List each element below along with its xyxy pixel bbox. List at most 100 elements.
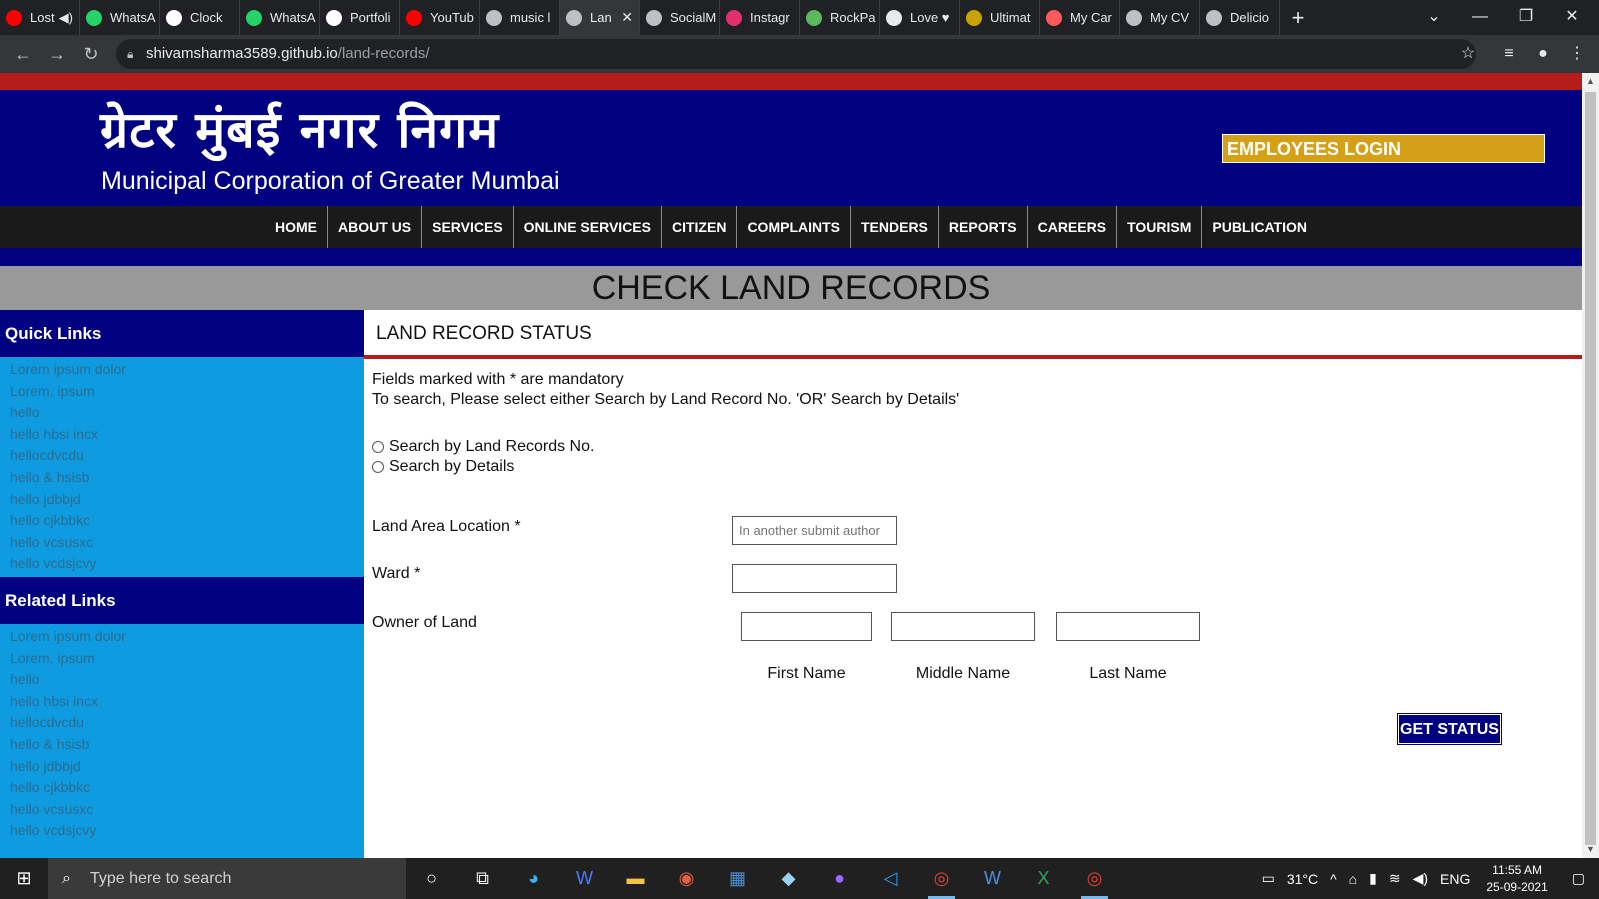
wifi-icon[interactable]: ≋: [1383, 870, 1407, 887]
sidebar-link[interactable]: hello hbsi incx: [10, 691, 364, 713]
sidebar-link[interactable]: hello cjkbbkc: [10, 777, 364, 799]
tab-audio-icon[interactable]: ◀): [59, 10, 73, 26]
file-explorer-icon[interactable]: ▬: [610, 858, 661, 899]
language-indicator[interactable]: ENG: [1434, 871, 1476, 887]
nav-item-online-services[interactable]: ONLINE SERVICES: [514, 206, 662, 248]
browser-tab[interactable]: Instagr: [720, 0, 800, 35]
browser-tab[interactable]: Lan ✕: [560, 0, 640, 35]
sidebar-link[interactable]: hellocdvcdu: [10, 445, 364, 467]
nav-item-citizen[interactable]: CITIZEN: [662, 206, 738, 248]
restore-button[interactable]: ❐: [1503, 0, 1549, 35]
browser-menu-icon[interactable]: ⋮: [1562, 35, 1592, 73]
nav-item-services[interactable]: SERVICES: [422, 206, 514, 248]
reload-icon[interactable]: ↻: [74, 44, 108, 65]
sidebar-link[interactable]: hello & hsisb: [10, 734, 364, 756]
nav-item-careers[interactable]: CAREERS: [1028, 206, 1118, 248]
chrome-icon[interactable]: ◎: [916, 858, 967, 899]
forward-icon[interactable]: →: [40, 44, 74, 65]
sidebar-link[interactable]: Lorem ipsum dolor: [10, 626, 364, 648]
weather-icon[interactable]: ▭: [1256, 870, 1281, 887]
scroll-down-arrow-icon[interactable]: ▼: [1582, 841, 1599, 858]
github-icon[interactable]: ●: [814, 858, 865, 899]
url-bar[interactable]: 🔒︎ shivamsharma3589.github.io/land-record…: [116, 39, 1476, 69]
calculator-icon[interactable]: ▦: [712, 858, 763, 899]
battery-icon[interactable]: ▮: [1363, 870, 1383, 887]
tab-search-icon[interactable]: ⌄: [1411, 0, 1457, 35]
sidebar-link[interactable]: Lorem, ipsum: [10, 381, 364, 403]
sidebar-link[interactable]: hello jdbbjd: [10, 756, 364, 778]
close-tab-icon[interactable]: ✕: [621, 9, 633, 26]
sidebar-link[interactable]: Lorem, ipsum: [10, 648, 364, 670]
browser-tab[interactable]: My Car: [1040, 0, 1120, 35]
tray-chevron-icon[interactable]: ^: [1324, 871, 1343, 887]
search-by-number-radio[interactable]: [372, 441, 384, 453]
back-icon[interactable]: ←: [6, 44, 40, 65]
close-window-button[interactable]: ✕: [1549, 0, 1595, 35]
get-status-button[interactable]: GET STATUS: [1397, 713, 1502, 745]
browser-tab[interactable]: Delicio: [1200, 0, 1280, 35]
browser-tab[interactable]: music l: [480, 0, 560, 35]
first-name-input[interactable]: [741, 612, 872, 641]
sidebar-link[interactable]: hello vcdsjcvy: [10, 553, 364, 575]
sidebar-link[interactable]: hello: [10, 669, 364, 691]
ward-input[interactable]: [732, 564, 897, 593]
last-name-input[interactable]: [1056, 612, 1200, 641]
task-view-icon[interactable]: ⧉: [457, 858, 508, 899]
nav-item-complaints[interactable]: COMPLAINTS: [737, 206, 851, 248]
browser-tab[interactable]: Ultimat: [960, 0, 1040, 35]
clock[interactable]: 11:55 AM 25-09-2021: [1476, 862, 1557, 896]
minimize-button[interactable]: —: [1457, 0, 1503, 35]
edge-icon[interactable]: ◕: [508, 858, 559, 899]
notes-app-icon[interactable]: ◆: [763, 858, 814, 899]
search-by-number-option[interactable]: Search by Land Records No.: [372, 438, 594, 456]
browser-tab[interactable]: Portfoli: [320, 0, 400, 35]
volume-icon[interactable]: ◀): [1407, 870, 1434, 887]
browser-tab[interactable]: My CV: [1120, 0, 1200, 35]
media-queue-icon[interactable]: ≡: [1494, 35, 1524, 73]
browser-tab[interactable]: WhatsA: [80, 0, 160, 35]
temperature[interactable]: 31°C: [1281, 871, 1324, 887]
sidebar-link[interactable]: hello vcdsjcvy: [10, 820, 364, 842]
browser-tab[interactable]: SocialM: [640, 0, 720, 35]
sidebar-link[interactable]: Lorem ipsum dolor: [10, 359, 364, 381]
sidebar-link[interactable]: hellocdvcdu: [10, 712, 364, 734]
scroll-up-arrow-icon[interactable]: ▲: [1582, 73, 1599, 90]
land-area-input[interactable]: [732, 516, 897, 545]
nav-item-publication[interactable]: PUBLICATION: [1202, 206, 1317, 248]
cortana-icon[interactable]: ○: [406, 858, 457, 899]
tray-device-icon[interactable]: ⌂: [1343, 871, 1363, 887]
middle-name-input[interactable]: [891, 612, 1035, 641]
excel-icon[interactable]: X: [1018, 858, 1069, 899]
sidebar-link[interactable]: hello vcsusxc: [10, 799, 364, 821]
sidebar-link[interactable]: hello jdbbjd: [10, 489, 364, 511]
search-by-details-radio[interactable]: [372, 461, 384, 473]
notifications-icon[interactable]: ▢: [1558, 870, 1599, 887]
sidebar-link[interactable]: hello vcsusxc: [10, 532, 364, 554]
sidebar-link[interactable]: hello cjkbbkc: [10, 510, 364, 532]
profile-avatar-icon[interactable]: ●: [1528, 35, 1558, 73]
scroll-thumb[interactable]: [1585, 92, 1596, 845]
bookmark-star-icon[interactable]: ☆: [1453, 35, 1483, 73]
nav-item-tourism[interactable]: TOURISM: [1117, 206, 1203, 248]
nav-item-tenders[interactable]: TENDERS: [851, 206, 939, 248]
browser-tab[interactable]: Lost ◀): [0, 0, 80, 35]
browser-tab[interactable]: RockPa: [800, 0, 880, 35]
browser-tab[interactable]: Clock: [160, 0, 240, 35]
new-tab-icon[interactable]: +: [1280, 5, 1316, 31]
chrome-second-icon[interactable]: ◎: [1069, 858, 1120, 899]
employees-login-button[interactable]: EMPLOYEES LOGIN: [1222, 134, 1545, 163]
nav-item-home[interactable]: HOME: [265, 206, 328, 248]
vscode-icon[interactable]: ◁: [865, 858, 916, 899]
w-app-icon[interactable]: W: [559, 858, 610, 899]
sidebar-link[interactable]: hello: [10, 402, 364, 424]
browser-tab[interactable]: Love ♥: [880, 0, 960, 35]
browser-tab[interactable]: YouTub: [400, 0, 480, 35]
nav-item-reports[interactable]: REPORTS: [939, 206, 1028, 248]
sidebar-link[interactable]: hello & hsisb: [10, 467, 364, 489]
search-by-details-option[interactable]: Search by Details: [372, 458, 514, 476]
windows-start-icon[interactable]: ⊞: [0, 858, 48, 899]
nav-item-about-us[interactable]: ABOUT US: [328, 206, 423, 248]
page-scrollbar[interactable]: ▲ ▼: [1582, 73, 1599, 858]
taskbar-search-box[interactable]: ⌕ Type here to search: [48, 858, 406, 899]
sidebar-link[interactable]: hello hbsi incx: [10, 424, 364, 446]
